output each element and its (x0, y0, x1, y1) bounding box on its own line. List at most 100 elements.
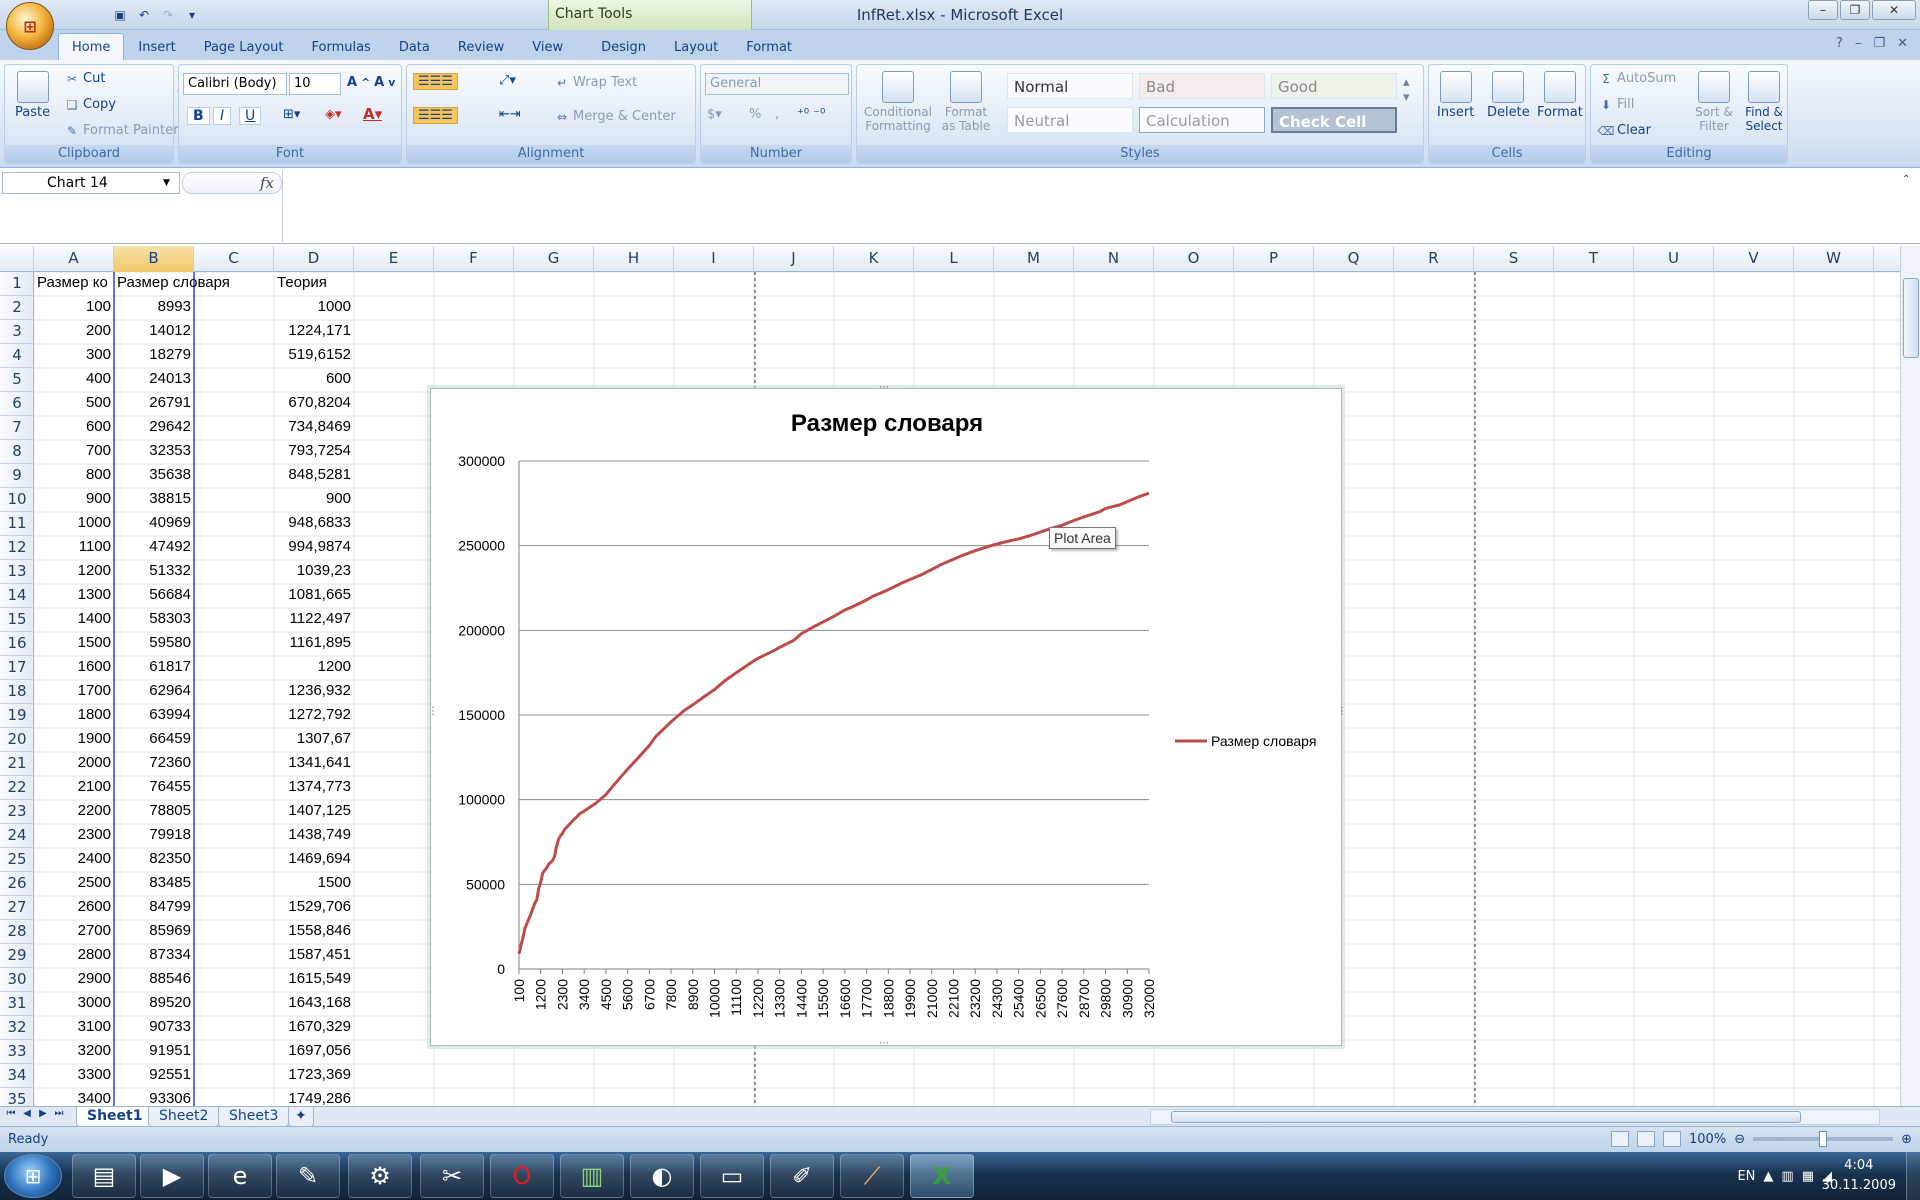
table-cell[interactable]: 32353 (114, 440, 194, 464)
table-cell[interactable]: 2600 (34, 896, 114, 920)
row-header[interactable]: 9 (0, 464, 34, 488)
table-cell[interactable]: 1161,895 (274, 632, 354, 656)
row-header[interactable]: 22 (0, 776, 34, 800)
column-header-n[interactable]: N (1074, 246, 1154, 272)
row-header[interactable]: 1 (0, 272, 34, 296)
app-icon[interactable]: ◐ (630, 1154, 694, 1198)
table-cell[interactable]: 700 (34, 440, 114, 464)
table-cell[interactable]: 89520 (114, 992, 194, 1016)
table-cell[interactable]: 1307,67 (274, 728, 354, 752)
table-cell[interactable]: 1341,641 (274, 752, 354, 776)
table-cell[interactable]: 72360 (114, 752, 194, 776)
table-cell[interactable]: 51332 (114, 560, 194, 584)
table-cell[interactable]: 90733 (114, 1016, 194, 1040)
monitor-icon[interactable]: ▦ (1802, 1169, 1814, 1184)
table-cell[interactable]: 14012 (114, 320, 194, 344)
column-header-g[interactable]: G (514, 246, 594, 272)
table-cell[interactable]: 1643,168 (274, 992, 354, 1016)
style-check-cell[interactable]: Check Cell (1271, 107, 1397, 133)
chart-title[interactable]: Размер словаря (791, 410, 983, 437)
column-header-m[interactable]: M (994, 246, 1074, 272)
table-cell[interactable]: 1000 (274, 296, 354, 320)
font-color-icon[interactable]: A▾ (363, 105, 382, 123)
formula-input[interactable] (282, 170, 1900, 242)
row-header[interactable]: 2 (0, 296, 34, 320)
table-cell[interactable]: 1723,369 (274, 1064, 354, 1088)
column-header-o[interactable]: O (1154, 246, 1234, 272)
row-header[interactable]: 16 (0, 632, 34, 656)
table-cell[interactable]: 83485 (114, 872, 194, 896)
tab-home[interactable]: Home (58, 33, 125, 61)
orientation-icon[interactable]: ⤢▾ (499, 73, 516, 88)
table-cell[interactable]: 1500 (34, 632, 114, 656)
row-header[interactable]: 24 (0, 824, 34, 848)
comma-icon[interactable]: , (775, 107, 779, 122)
table-cell[interactable]: 1400 (34, 608, 114, 632)
row-header[interactable]: 10 (0, 488, 34, 512)
table-cell[interactable]: 24013 (114, 368, 194, 392)
tab-view[interactable]: View (518, 33, 577, 61)
excel-taskbar-icon[interactable]: X (910, 1154, 974, 1198)
table-cell[interactable]: 18279 (114, 344, 194, 368)
table-cell[interactable]: 87334 (114, 944, 194, 968)
tab-format[interactable]: Format (732, 33, 806, 61)
column-header-p[interactable]: P (1234, 246, 1314, 272)
table-cell[interactable]: 58303 (114, 608, 194, 632)
insert-function-icon[interactable]: fx (260, 174, 274, 192)
table-cell[interactable]: 3200 (34, 1040, 114, 1064)
table-cell[interactable]: 1081,665 (274, 584, 354, 608)
table-cell[interactable]: 2000 (34, 752, 114, 776)
table-cell[interactable]: 61817 (114, 656, 194, 680)
table-cell[interactable]: 26791 (114, 392, 194, 416)
column-header-r[interactable]: R (1394, 246, 1474, 272)
column-header-w[interactable]: W (1794, 246, 1874, 272)
last-sheet-icon[interactable]: ⏭ (52, 1108, 66, 1125)
clear-button[interactable]: ⌫ Clear (1598, 123, 1651, 138)
row-header[interactable]: 11 (0, 512, 34, 536)
table-cell[interactable]: 82350 (114, 848, 194, 872)
row-header[interactable]: 35 (0, 1088, 34, 1106)
table-cell[interactable]: 2500 (34, 872, 114, 896)
autosum-button[interactable]: Σ AutoSum (1599, 71, 1676, 86)
table-cell[interactable]: 1200 (274, 656, 354, 680)
row-header[interactable]: 20 (0, 728, 34, 752)
style-calculation[interactable]: Calculation (1139, 107, 1265, 133)
new-sheet-icon[interactable]: ✦ (288, 1107, 314, 1127)
table-cell[interactable]: 2300 (34, 824, 114, 848)
table-cell[interactable]: 994,9874 (274, 536, 354, 560)
column-header-c[interactable]: C (194, 246, 274, 272)
table-cell[interactable]: 2400 (34, 848, 114, 872)
copy-button[interactable]: ❏ Copy (65, 97, 116, 112)
row-header[interactable]: 19 (0, 704, 34, 728)
row-header[interactable]: 5 (0, 368, 34, 392)
tab-layout[interactable]: Layout (660, 33, 732, 61)
format-cells-button[interactable]: Format (1537, 71, 1583, 120)
grow-font-icon[interactable]: A ^ Av (347, 75, 395, 90)
table-cell[interactable]: 92551 (114, 1064, 194, 1088)
sort-filter-button[interactable]: Sort & Filter (1691, 71, 1737, 133)
column-header-e[interactable]: E (354, 246, 434, 272)
minimize-icon[interactable]: – (1855, 36, 1862, 51)
format-as-table-button[interactable]: Format as Table (937, 71, 995, 133)
row-header[interactable]: 34 (0, 1064, 34, 1088)
column-header-q[interactable]: Q (1314, 246, 1394, 272)
opera-icon[interactable]: O (490, 1154, 554, 1198)
table-cell[interactable]: 88546 (114, 968, 194, 992)
prev-sheet-icon[interactable]: ◀ (20, 1108, 34, 1125)
chart[interactable]: Размер словаря 0 50000 100000 150000 200000 2… (428, 383, 1347, 1049)
table-cell[interactable]: 35638 (114, 464, 194, 488)
delete-cells-button[interactable]: Delete (1487, 71, 1530, 120)
table-cell[interactable]: 800 (34, 464, 114, 488)
column-header-d[interactable]: D (274, 246, 354, 272)
table-cell[interactable]: 2100 (34, 776, 114, 800)
column-header-b[interactable]: B (114, 246, 194, 272)
paste-button[interactable]: Paste (15, 71, 50, 120)
vertical-scrollbar[interactable] (1900, 246, 1920, 1106)
column-header-l[interactable]: L (914, 246, 994, 272)
table-cell[interactable]: 56684 (114, 584, 194, 608)
table-cell[interactable]: 1224,171 (274, 320, 354, 344)
find-select-button[interactable]: Find & Select (1741, 71, 1787, 133)
page-layout-view-icon[interactable] (1637, 1131, 1656, 1147)
language-indicator[interactable]: EN (1737, 1169, 1755, 1184)
table-cell[interactable]: 948,6833 (274, 512, 354, 536)
